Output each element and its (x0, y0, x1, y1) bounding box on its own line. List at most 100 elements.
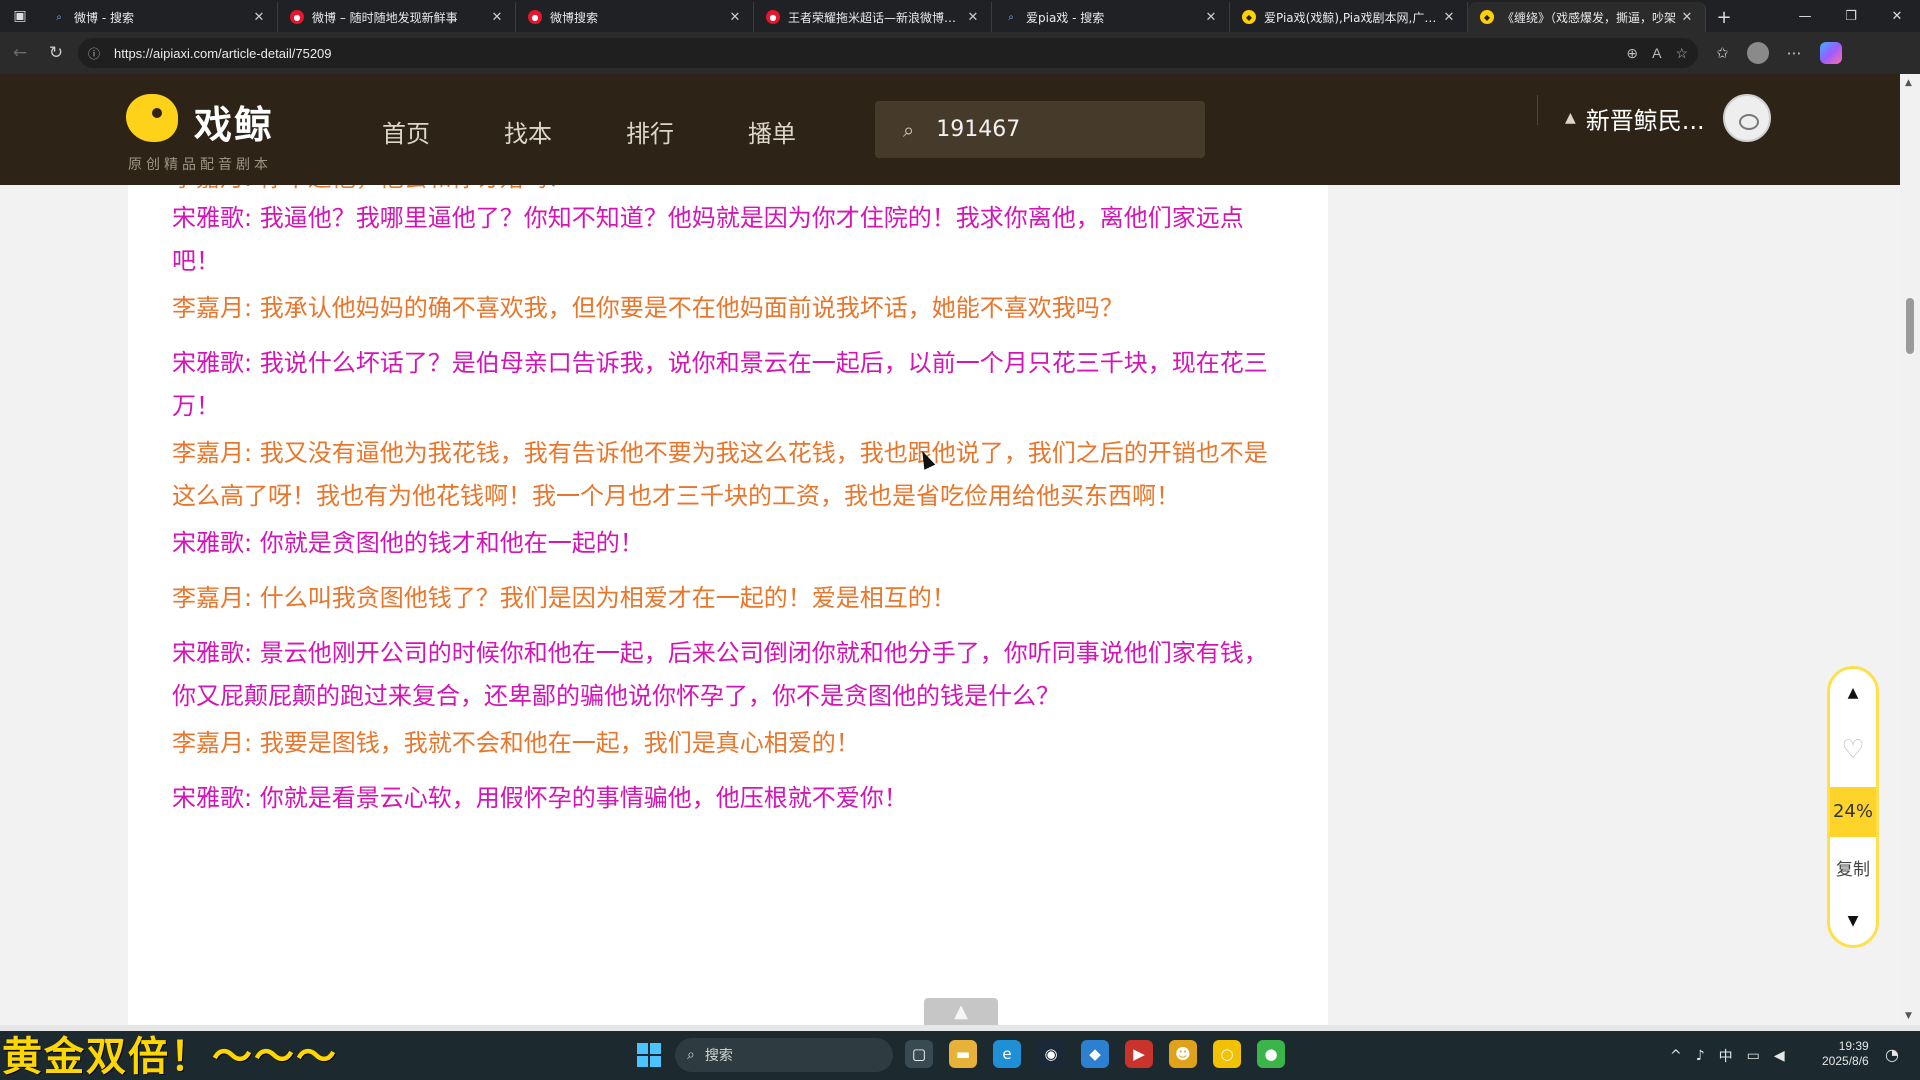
taskbar-search[interactable]: ⌕ 搜索 (675, 1038, 893, 1072)
user-menu[interactable]: ▲ 新晋鲸民... (1565, 94, 1771, 142)
dialogue-text: 你就是看景云心软，用假怀孕的事情骗他，他压根就不爱你！ (259, 784, 908, 812)
taskbar-clock[interactable]: 19:39 2025/8/6 (1822, 1039, 1869, 1069)
search-icon[interactable]: ⌕ (903, 118, 914, 142)
copy-button[interactable]: 复制 (1830, 855, 1876, 880)
logo-tagline: 原创精品配音剧本 (128, 157, 272, 173)
read-aloud-icon[interactable]: A (1652, 45, 1661, 62)
browser-tab[interactable]: ⌕ 微博 - 搜索 ✕ (40, 2, 278, 32)
dialogue-text: 你不逼他，他会和你订婚吗？ (260, 185, 572, 192)
system-tray: ^ ♪ 中 ▭ ◀ (1670, 1031, 1785, 1080)
profile-icon[interactable] (1746, 42, 1769, 64)
back-icon[interactable]: ← (4, 37, 36, 69)
volume-icon[interactable]: ◀ (1774, 1048, 1785, 1064)
minimize-icon[interactable]: — (1782, 0, 1828, 32)
speaker-separator: : (244, 349, 260, 377)
collapse-up-button[interactable]: ▲ (924, 998, 998, 1025)
ime-indicator[interactable]: 中 (1719, 1046, 1733, 1066)
copilot-icon[interactable] (1819, 42, 1842, 64)
user-name[interactable]: 新晋鲸民... (1586, 101, 1705, 136)
app-green-icon[interactable]: ● (1257, 1040, 1285, 1068)
nav-ranking[interactable]: 排行 (626, 114, 674, 149)
url-text[interactable]: https://aipiaxi.com/article-detail/75209 (114, 46, 1626, 61)
reload-icon[interactable]: ↻ (40, 37, 72, 69)
site-logo[interactable]: 戏鲸 原创精品配音剧本 (126, 86, 286, 176)
tab-close-icon[interactable]: ✕ (1679, 10, 1695, 25)
speaker-name: 宋雅歌 (172, 784, 244, 812)
edge-browser-icon[interactable]: e (993, 1040, 1021, 1068)
heart-icon[interactable]: ♡ (1830, 735, 1876, 765)
favorites-icon[interactable]: ✩ (1716, 44, 1729, 62)
network-icon[interactable]: ▭ (1747, 1048, 1760, 1064)
browser-tab[interactable]: ⌕ 爱pia戏 - 搜索 ✕ (992, 2, 1230, 32)
nav-find-script[interactable]: 找本 (504, 114, 552, 149)
zoom-icon[interactable]: ⊕ (1626, 45, 1638, 62)
dialogue-line: 宋雅歌: 我说什么坏话了？是伯母亲口告诉我，说你和景云在一起后，以前一个月只花三… (172, 342, 1272, 428)
browser-tab[interactable]: ● 微博 – 随时随地发现新鲜事 ✕ (278, 2, 516, 32)
page-scrollbar[interactable]: ▲ ▼ (1900, 74, 1920, 1025)
floating-toolbar: ▲ ♡ 24% 复制 ▼ (1827, 666, 1879, 948)
speaker-name: 李嘉月 (172, 185, 244, 192)
scroll-arrow-down-icon[interactable]: ▼ (1905, 1011, 1912, 1021)
new-tab-button[interactable]: + (1706, 2, 1742, 32)
scroll-down-icon[interactable]: ▼ (1830, 913, 1876, 929)
tab-title: 微博 – 随时随地发现新鲜事 (312, 10, 458, 25)
close-window-icon[interactable]: ✕ (1874, 0, 1920, 32)
dialogue-line: 李嘉月: 什么叫我贪图他钱了？我们是因为相爱才在一起的！爱是相互的！ (172, 577, 1272, 620)
scroll-arrow-up-icon[interactable]: ▲ (1905, 78, 1912, 88)
restore-icon[interactable]: ❐ (1828, 0, 1874, 32)
browser-tab[interactable]: ● 王者荣耀拖米超话—新浪微博超话 ✕ (754, 2, 992, 32)
dialogue-text: 我说什么坏话了？是伯母亲口告诉我，说你和景云在一起后，以前一个月只花三千块，现在… (172, 349, 1268, 420)
dialogue-line: 李嘉月: 我承认他妈妈的确不喜欢我，但你要是不在他妈面前说我坏话，她能不喜欢我吗… (172, 287, 1272, 330)
tab-close-icon[interactable]: ✕ (965, 10, 981, 25)
scroll-up-icon[interactable]: ▲ (1830, 685, 1876, 701)
tray-expand-icon[interactable]: ^ (1670, 1048, 1682, 1064)
search-icon: ⌕ (1008, 11, 1014, 23)
steam-icon[interactable]: ◉ (1037, 1040, 1065, 1068)
site-info-icon[interactable]: ⓘ (88, 45, 106, 62)
tab-title: 《缠绕》（戏感爆发，撕逼，吵架 (1502, 10, 1677, 25)
app-owl-icon[interactable]: ☻ (1169, 1040, 1197, 1068)
site-header: 戏鲸 原创精品配音剧本 首页 找本 排行 播单 ⌕ ▲ 新晋鲸民... (0, 74, 1900, 185)
more-icon[interactable]: ⋯ (1787, 44, 1802, 62)
speaker-separator: : (244, 584, 260, 612)
weibo-icon: ● (528, 10, 542, 24)
nav-playlist[interactable]: 播单 (748, 114, 796, 149)
speaker-name: 李嘉月 (172, 584, 244, 612)
browser-tab[interactable]: ◆ 《缠绕》（戏感爆发，撕逼，吵架 ✕ (1468, 2, 1706, 32)
whale-mascot-icon (126, 94, 178, 142)
user-avatar[interactable] (1722, 94, 1771, 142)
file-explorer-icon[interactable]: ▬ (949, 1040, 977, 1068)
tab-close-icon[interactable]: ✕ (251, 10, 267, 25)
tab-close-icon[interactable]: ✕ (1441, 10, 1457, 25)
site-search-input[interactable] (936, 117, 1157, 142)
scroll-thumb[interactable] (1906, 298, 1914, 354)
weibo-icon: ● (766, 10, 780, 24)
clock-time: 19:39 (1838, 1039, 1869, 1053)
notification-bell-icon[interactable]: ◔ (1885, 1045, 1899, 1064)
tab-title: 微博搜索 (550, 10, 599, 25)
tab-close-icon[interactable]: ✕ (489, 10, 505, 25)
tab-close-icon[interactable]: ✕ (1203, 10, 1219, 25)
tab-close-icon[interactable]: ✕ (727, 10, 743, 25)
speaker-separator: : (244, 204, 260, 232)
speaker-name: 李嘉月 (172, 294, 244, 322)
browser-tab[interactable]: ◆ 爱Pia戏(戏鲸),Pia戏剧本网,广播剧 ✕ (1230, 2, 1468, 32)
app-red-icon[interactable]: ▶ (1125, 1040, 1153, 1068)
dialogue-line: 李嘉月: 我要是图钱，我就不会和他在一起，我们是真心相爱的！ (172, 722, 1272, 765)
favorite-star-icon[interactable]: ☆ (1675, 45, 1688, 62)
app-yellow-circle-icon[interactable]: ○ (1213, 1040, 1241, 1068)
browser-tab[interactable]: ● 微博搜索 ✕ (516, 2, 754, 32)
task-view-icon[interactable]: ▢ (905, 1040, 933, 1068)
site-search-box[interactable]: ⌕ (875, 101, 1205, 158)
pia-icon: ◆ (1242, 10, 1256, 24)
start-menu-icon[interactable] (637, 1043, 661, 1067)
speaker-name: 宋雅歌 (172, 639, 244, 667)
speaker-separator: : (244, 439, 260, 467)
microphone-icon[interactable]: ♪ (1696, 1048, 1705, 1064)
address-bar[interactable]: ⓘ https://aipiaxi.com/article-detail/752… (78, 38, 1698, 68)
nav-home[interactable]: 首页 (382, 114, 430, 149)
taskbar-search-placeholder: 搜索 (704, 1048, 733, 1064)
caret-up-icon[interactable]: ▲ (1565, 110, 1576, 126)
tab-actions-icon[interactable]: ▣ (0, 0, 40, 32)
app-blue-icon[interactable]: ◆ (1081, 1040, 1109, 1068)
